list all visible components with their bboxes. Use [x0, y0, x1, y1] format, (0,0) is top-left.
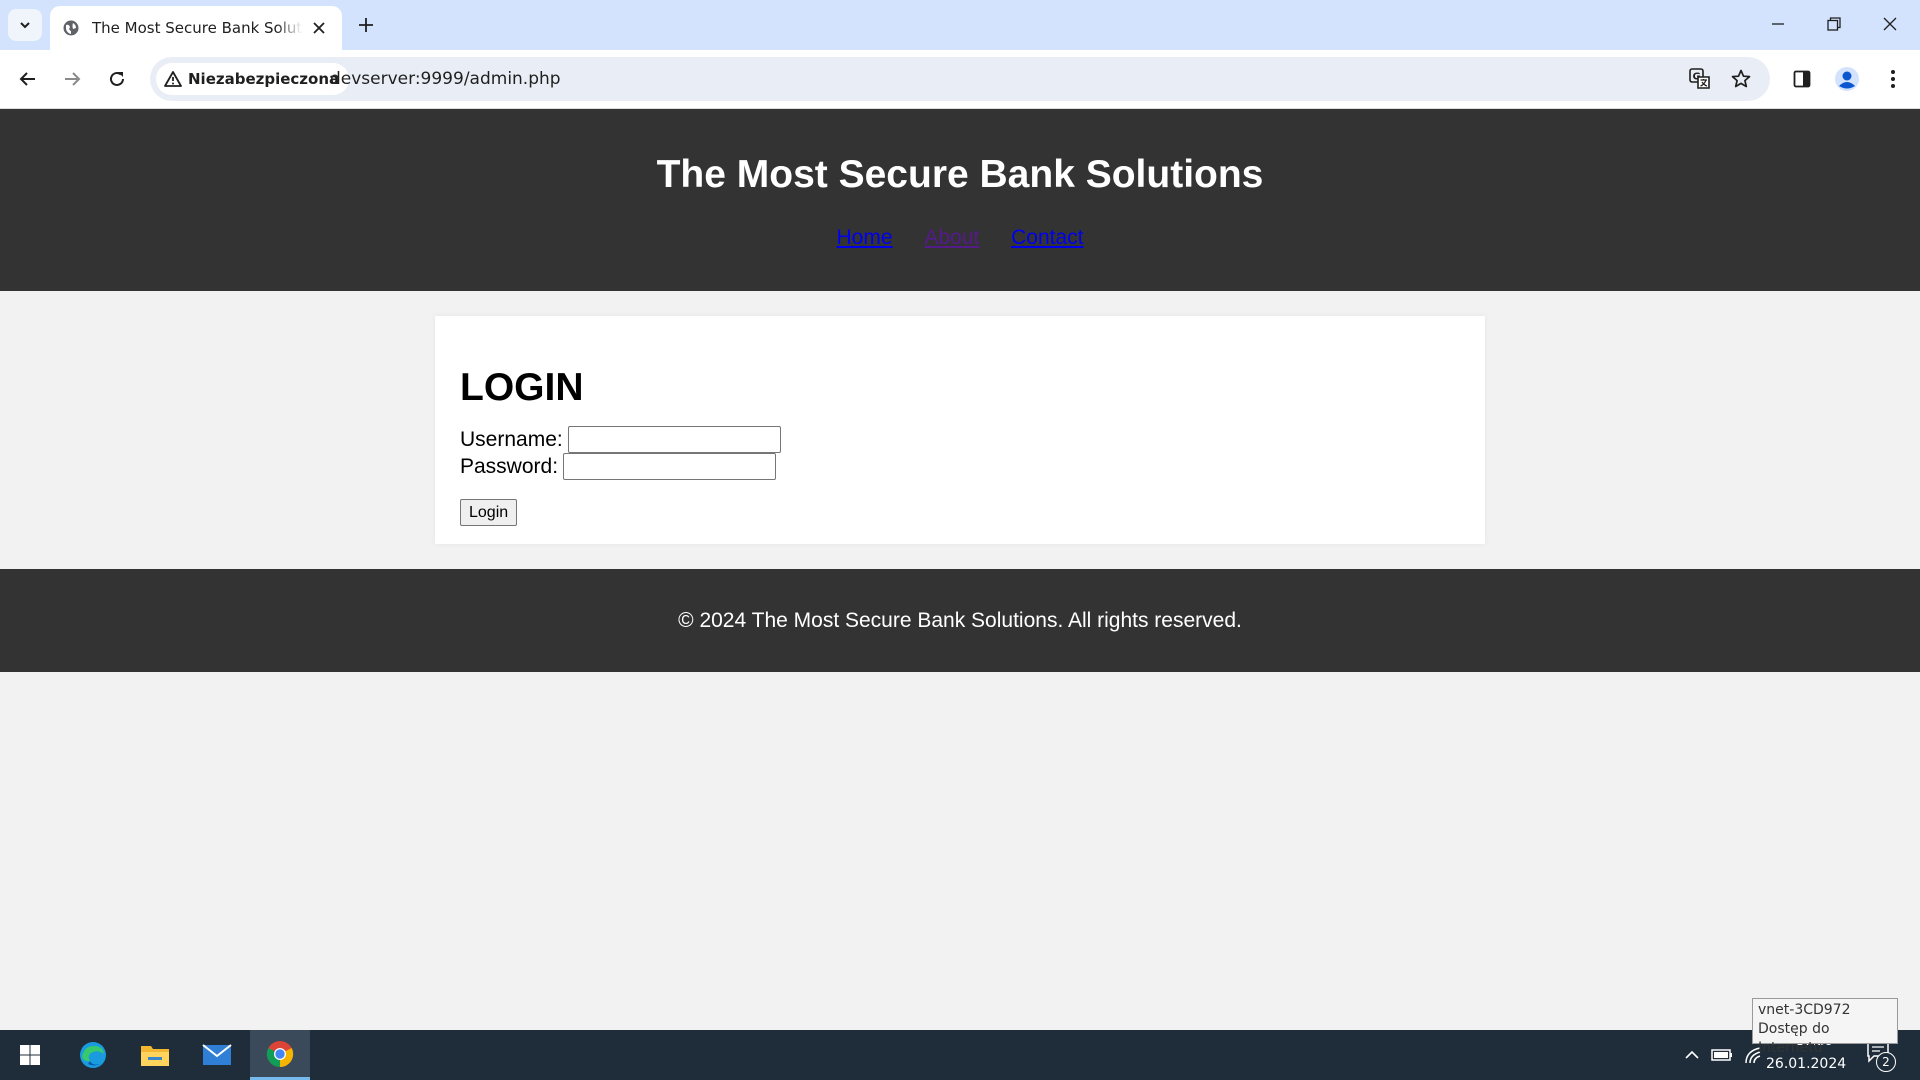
tab-search-button[interactable]	[8, 9, 42, 41]
windows-logo-icon	[20, 1045, 40, 1065]
chrome-icon	[266, 1040, 294, 1067]
address-bar[interactable]: Niezabezpieczona devserver:9999/admin.ph…	[150, 57, 1770, 101]
forward-button[interactable]	[52, 59, 92, 99]
chevron-down-icon	[20, 22, 30, 29]
window-close-button[interactable]	[1862, 0, 1918, 48]
side-panel-icon	[1793, 70, 1811, 88]
browser-menu-button[interactable]	[1873, 59, 1913, 99]
site-title: The Most Secure Bank Solutions	[656, 153, 1264, 196]
password-row: Password:	[460, 453, 777, 480]
browser-tabstrip: The Most Secure Bank Solutions	[0, 0, 1920, 50]
tooltip-network-status: Dostęp do Internetu	[1758, 1021, 1830, 1056]
login-heading: LOGIN	[460, 366, 584, 409]
web-page: The Most Secure Bank Solutions Home Abou…	[0, 109, 1920, 1030]
password-label: Password:	[460, 454, 559, 478]
avatar-icon	[1835, 67, 1859, 91]
site-footer: © 2024 The Most Secure Bank Solutions. A…	[0, 569, 1920, 672]
close-icon	[1883, 17, 1897, 31]
minimize-button[interactable]	[1750, 0, 1806, 48]
battery-icon[interactable]	[1710, 1043, 1734, 1067]
nav-link-contact[interactable]: Contact	[1011, 226, 1083, 249]
site-header: The Most Secure Bank Solutions Home Abou…	[0, 109, 1920, 291]
globe-icon	[60, 17, 82, 39]
tray-expand-chevron-icon[interactable]	[1680, 1043, 1704, 1067]
edge-icon	[80, 1042, 106, 1068]
login-card: LOGIN Username: Password: Login	[435, 316, 1485, 544]
folder-icon	[141, 1046, 169, 1066]
arrow-right-icon	[65, 72, 81, 86]
bookmark-star-icon[interactable]	[1726, 64, 1756, 94]
taskbar: 17:39 26.01.2024 2	[0, 1030, 1920, 1080]
reload-icon	[110, 71, 124, 86]
security-label: Niezabezpieczona	[188, 70, 340, 88]
taskbar-mail[interactable]	[187, 1030, 247, 1080]
security-chip[interactable]: Niezabezpieczona	[156, 63, 350, 95]
login-button[interactable]: Login	[460, 499, 518, 526]
new-tab-button[interactable]	[350, 9, 382, 41]
mail-icon	[202, 1044, 232, 1065]
site-nav: Home About Contact	[0, 226, 1920, 250]
taskbar-file-explorer[interactable]	[125, 1030, 185, 1080]
arrow-left-icon	[19, 72, 35, 86]
profile-button[interactable]	[1827, 59, 1867, 99]
kebab-menu-icon	[1891, 70, 1895, 88]
start-button[interactable]	[0, 1030, 60, 1080]
username-input[interactable]	[567, 426, 781, 453]
restore-button[interactable]	[1806, 0, 1862, 48]
minimize-icon	[1772, 23, 1784, 25]
taskbar-chrome[interactable]	[250, 1030, 310, 1080]
plus-icon	[359, 18, 373, 32]
username-row: Username:	[460, 426, 781, 453]
warning-icon	[164, 71, 182, 87]
reload-button[interactable]	[97, 59, 137, 99]
password-input[interactable]	[563, 453, 777, 480]
browser-tab[interactable]: The Most Secure Bank Solutions	[50, 6, 342, 50]
browser-toolbar: Niezabezpieczona devserver:9999/admin.ph…	[0, 50, 1920, 109]
tab-title: The Most Secure Bank Solutions	[92, 19, 302, 37]
restore-icon	[1827, 17, 1841, 31]
close-icon[interactable]	[306, 15, 332, 41]
translate-icon[interactable]: G	[1685, 64, 1715, 94]
clock-date[interactable]: 26.01.2024	[1766, 1056, 1846, 1072]
back-button[interactable]	[8, 59, 48, 99]
tooltip-network-name: vnet-3CD972	[1758, 1002, 1851, 1018]
footer-copyright: © 2024 The Most Secure Bank Solutions. A…	[678, 609, 1242, 632]
username-label: Username:	[460, 427, 563, 451]
side-panel-button[interactable]	[1782, 59, 1822, 99]
taskbar-edge[interactable]	[63, 1030, 123, 1080]
network-tooltip: vnet-3CD972 Dostęp do Internetu	[1752, 998, 1898, 1056]
nav-link-home[interactable]: Home	[837, 226, 893, 249]
url-text[interactable]: devserver:9999/admin.php	[330, 57, 561, 101]
nav-link-about[interactable]: About	[924, 226, 979, 249]
